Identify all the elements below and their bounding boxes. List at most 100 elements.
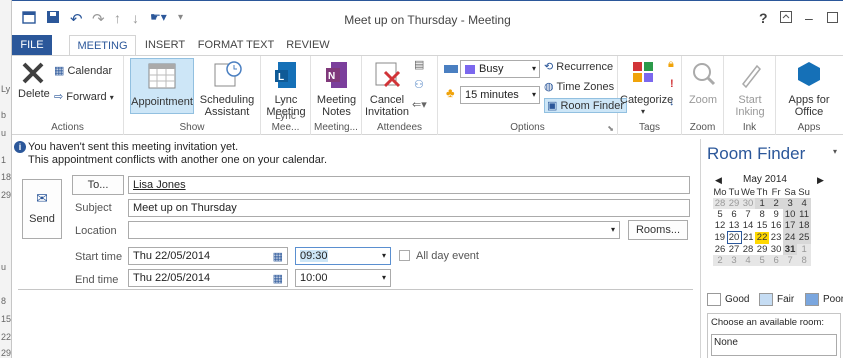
calendar-day[interactable]: 25 — [797, 231, 812, 244]
calendar-day[interactable]: 2 — [713, 255, 727, 266]
calendar-day[interactable]: 20 — [726, 231, 742, 244]
calendar-day[interactable]: 21 — [741, 232, 755, 244]
calendar-day[interactable]: 27 — [727, 244, 741, 255]
calendar-day[interactable]: 1 — [755, 198, 770, 209]
calendar-day[interactable]: 8 — [797, 255, 812, 266]
calendar-day[interactable]: 30 — [741, 198, 756, 209]
response-options-icon[interactable]: ⇐▾ — [412, 98, 427, 111]
scheduling-label-1: Scheduling — [199, 94, 255, 106]
chevron-down-icon[interactable]: ▾ — [611, 222, 615, 238]
all-day-checkbox[interactable] — [399, 250, 410, 261]
ribbon-display-icon[interactable] — [780, 10, 792, 26]
calendar-day[interactable]: 11 — [797, 209, 812, 220]
dialog-launcher-icon[interactable]: ⬊ — [607, 124, 614, 133]
start-inking-button[interactable]: Start Inking — [726, 60, 774, 118]
calendar-day[interactable]: 31 — [783, 243, 798, 255]
check-names-icon[interactable]: ⚇ — [414, 78, 424, 91]
lync-meeting-button[interactable]: L Lync Meeting — [263, 60, 309, 118]
calendar-picker-icon[interactable]: ▦ — [273, 271, 283, 287]
calendar-day[interactable]: 5 — [755, 255, 770, 266]
end-date-field[interactable]: Thu 22/05/2014 ▦ — [128, 269, 288, 287]
calendar-day[interactable]: 3 — [727, 255, 741, 266]
chevron-down-icon[interactable]: ▾ — [382, 248, 386, 264]
tab-file[interactable]: FILE — [12, 35, 52, 55]
next-month-icon[interactable]: ▶ — [817, 175, 824, 186]
chevron-down-icon[interactable]: ▾ — [382, 270, 386, 286]
calendar-day[interactable]: 6 — [769, 255, 784, 266]
appointment-button[interactable]: Appointment — [130, 58, 194, 114]
rooms-button[interactable]: Rooms... — [628, 220, 688, 240]
calendar-day[interactable]: 7 — [783, 255, 798, 266]
calendar-day[interactable]: 13 — [727, 220, 741, 232]
start-date-field[interactable]: Thu 22/05/2014 ▦ — [128, 247, 288, 265]
minimize-icon[interactable]: – — [805, 10, 813, 26]
calendar-day[interactable]: 29 — [755, 244, 769, 256]
delete-button[interactable]: Delete — [18, 60, 50, 100]
calendar-day[interactable]: 16 — [769, 220, 783, 232]
calendar-day[interactable]: 28 — [741, 244, 755, 256]
tab-format-text[interactable]: FORMAT TEXT — [195, 35, 277, 55]
send-button[interactable]: ✉ Send — [22, 179, 62, 239]
recurrence-button[interactable]: ⟲ Recurrence — [544, 60, 613, 73]
high-importance-icon[interactable]: ! — [670, 78, 674, 90]
room-finder-button[interactable]: ▣ Room Finder — [544, 98, 628, 113]
calendar-day[interactable]: 4 — [797, 198, 812, 209]
room-list-item[interactable]: None — [714, 337, 738, 348]
calendar-picker-icon[interactable]: ▦ — [273, 249, 283, 265]
low-importance-icon[interactable]: ↓ — [669, 96, 675, 108]
calendar-day[interactable]: 3 — [783, 198, 798, 209]
tab-insert[interactable]: INSERT — [140, 35, 190, 55]
lync-label-1: Lync — [274, 94, 298, 106]
reminder-dropdown[interactable]: 15 minutes ▾ — [460, 86, 540, 104]
calendar-day[interactable]: 14 — [741, 220, 755, 232]
calendar-day[interactable]: 17 — [783, 220, 798, 232]
calendar-day[interactable]: 30 — [769, 244, 783, 256]
calendar-day[interactable]: 26 — [713, 244, 727, 256]
end-time-field[interactable]: 10:00 ▾ — [295, 269, 391, 287]
calendar-day[interactable]: 19 — [713, 232, 727, 244]
message-body[interactable] — [18, 289, 693, 358]
location-field[interactable]: ▾ — [128, 221, 620, 239]
calendar-day[interactable]: 9 — [769, 209, 783, 220]
calendar-day[interactable]: 5 — [713, 209, 727, 220]
to-field[interactable]: Lisa Jones — [128, 176, 690, 194]
zoom-button[interactable]: Zoom — [684, 60, 722, 106]
background-window-edge: Ly b u 1 18 29 u 8 15 22 29 — [0, 0, 12, 358]
calendar-day[interactable]: 24 — [783, 231, 798, 244]
calendar-day[interactable]: 1 — [797, 243, 812, 255]
room-list[interactable]: None — [711, 334, 837, 356]
tab-review[interactable]: REVIEW — [282, 35, 334, 55]
categorize-button[interactable]: Categorize ▾ — [620, 60, 673, 118]
maximize-icon[interactable] — [827, 10, 838, 26]
calendar-day[interactable]: 29 — [727, 198, 741, 209]
calendar-day[interactable]: 15 — [755, 220, 769, 232]
private-lock-icon[interactable]: 🔒︎ — [668, 58, 674, 71]
calendar-day[interactable]: 23 — [769, 232, 783, 244]
start-time-field[interactable]: 09:30 ▾ — [295, 247, 391, 265]
meeting-notes-button[interactable]: N Meeting Notes — [313, 60, 360, 118]
calendar-day[interactable]: 2 — [769, 198, 784, 209]
to-button[interactable]: To... — [72, 175, 124, 195]
calendar-day[interactable]: 12 — [713, 220, 727, 232]
show-as-dropdown[interactable]: Busy ▾ — [460, 60, 540, 78]
calendar-day[interactable]: 6 — [727, 209, 741, 220]
calendar-day[interactable]: 28 — [713, 198, 727, 209]
pane-options-icon[interactable]: ▾ — [833, 147, 837, 156]
cancel-invitation-button[interactable]: Cancel Invitation — [364, 60, 410, 118]
calendar-day[interactable]: 8 — [755, 209, 769, 220]
subject-field[interactable]: Meet up on Thursday — [128, 199, 690, 217]
calendar-day[interactable]: 10 — [783, 209, 798, 220]
calendar-day[interactable]: 7 — [741, 209, 755, 220]
apps-for-office-button[interactable]: Apps for Office — [780, 60, 838, 118]
calendar-day[interactable]: 22 — [755, 231, 770, 244]
help-icon[interactable]: ? — [759, 10, 768, 26]
calendar-day[interactable]: 4 — [741, 255, 756, 266]
calendar-day[interactable]: 18 — [797, 220, 812, 232]
scheduling-assistant-button[interactable]: Scheduling Assistant — [196, 60, 258, 118]
tab-meeting[interactable]: MEETING — [69, 35, 136, 56]
to-recipient[interactable]: Lisa Jones — [133, 179, 186, 191]
forward-button[interactable]: ⇨ Forward ▾ — [54, 90, 114, 103]
calendar-button[interactable]: ▦ Calendar — [54, 64, 112, 77]
time-zones-button[interactable]: ◍ Time Zones — [544, 80, 614, 93]
address-book-icon[interactable]: ▤ — [414, 58, 424, 71]
